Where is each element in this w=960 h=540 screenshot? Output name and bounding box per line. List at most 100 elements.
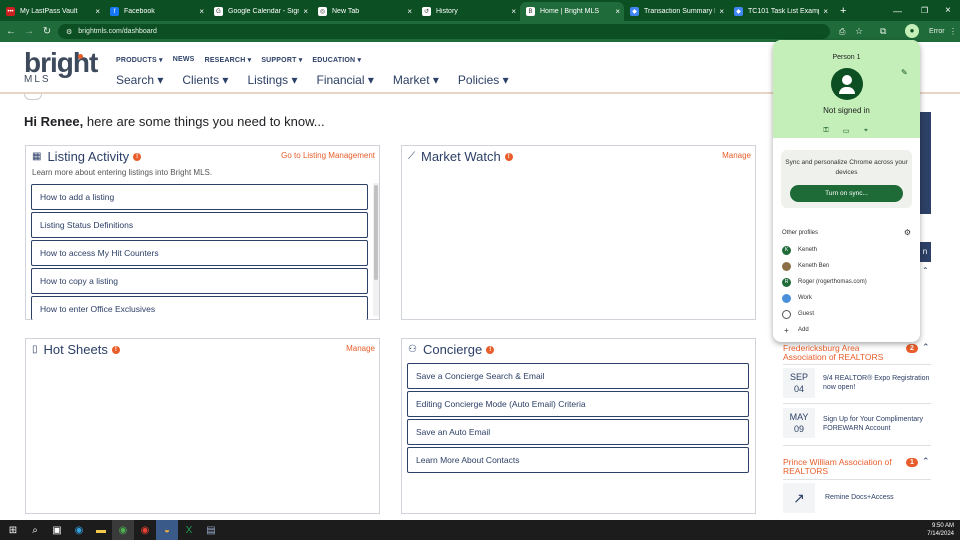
close-window-icon[interactable]: ×: [945, 5, 951, 16]
association-title[interactable]: Fredericksburg Area Association of REALT…: [783, 344, 903, 362]
addresses-location-icon[interactable]: ⌖: [859, 124, 873, 138]
menu-icon[interactable]: ⋮: [949, 27, 957, 36]
browser-tab[interactable]: f Facebook ×: [104, 2, 208, 21]
hot-sheets-manage-link[interactable]: Manage: [346, 344, 375, 353]
association-title[interactable]: Prince William Association of REALTORS: [783, 458, 893, 476]
edge-icon[interactable]: ◉: [68, 520, 90, 540]
nav-products[interactable]: PRODUCTS ▾: [116, 56, 163, 64]
browser-tab[interactable]: ◎ New Tab ×: [312, 2, 416, 21]
scrollbar-thumb[interactable]: [374, 185, 378, 280]
drive-icon: ◆: [630, 7, 639, 16]
guest-icon: [782, 309, 791, 319]
browser-tab[interactable]: B Home | Bright MLS ×: [520, 2, 624, 21]
concierge-help-button[interactable]: Save an Auto Email: [407, 419, 749, 445]
right-action-button[interactable]: n: [919, 242, 931, 262]
browser-tab[interactable]: ••• My LastPass Vault ×: [0, 2, 104, 21]
market-watch-manage-link[interactable]: Manage: [722, 151, 751, 160]
browser-tab[interactable]: ◆ TC101 Task List Examples ×: [728, 2, 832, 21]
info-icon[interactable]: !: [504, 152, 513, 161]
passwords-key-icon[interactable]: ⚿: [819, 124, 833, 138]
task-view-icon[interactable]: ▣: [46, 520, 68, 540]
close-tab-icon[interactable]: ×: [615, 7, 620, 16]
browser-tab[interactable]: ↺ History ×: [416, 2, 520, 21]
profile-item[interactable]: K Keneth: [782, 244, 817, 256]
close-tab-icon[interactable]: ×: [303, 7, 308, 16]
info-icon[interactable]: !: [133, 152, 142, 161]
address-bar[interactable]: ⚙ brightmls.com/dashboard: [58, 24, 830, 39]
card-scrollbar[interactable]: [373, 183, 379, 316]
nav-clients[interactable]: Clients ▾: [182, 73, 228, 87]
listing-help-button[interactable]: How to access My Hit Counters: [31, 240, 368, 266]
search-icon[interactable]: ⌕: [24, 520, 46, 540]
card-subtitle: Learn more about entering listings into …: [32, 168, 213, 177]
nav-research[interactable]: RESEARCH ▾: [205, 56, 252, 64]
close-tab-icon[interactable]: ×: [95, 7, 100, 16]
nav-search[interactable]: Search ▾: [116, 73, 163, 87]
manage-profiles-gear-icon[interactable]: ⚙: [904, 228, 911, 237]
bookmark-star-icon[interactable]: ☆: [855, 26, 863, 37]
profile-error-label[interactable]: Error: [929, 28, 945, 35]
notepad-icon[interactable]: ▤: [200, 520, 222, 540]
chevron-up-icon[interactable]: ⌃: [922, 266, 929, 275]
tab-title: Home | Bright MLS: [540, 8, 600, 15]
profile-item[interactable]: Keneth Ben: [782, 260, 829, 272]
building-icon: ▦: [32, 151, 42, 162]
chrome-taskbar-icon[interactable]: ◉: [112, 520, 134, 540]
nav-news[interactable]: NEWS: [173, 56, 195, 64]
chevron-up-icon[interactable]: ⌃: [922, 456, 930, 467]
profile-item[interactable]: R Roger (rogerthomas.com): [782, 276, 867, 288]
system-clock[interactable]: 9:50 AM 7/14/2024: [927, 522, 954, 538]
remine-docs-link[interactable]: Remine Docs+Access: [825, 494, 894, 501]
bright-mls-logo[interactable]: bright MLS: [24, 49, 98, 86]
card-title-text: Hot Sheets: [43, 342, 108, 357]
listing-help-button[interactable]: How to enter Office Exclusives: [31, 296, 368, 320]
nav-market[interactable]: Market ▾: [393, 73, 439, 87]
nav-listings[interactable]: Listings ▾: [247, 73, 297, 87]
restore-icon[interactable]: ❐: [921, 6, 928, 15]
app-taskbar-icon[interactable]: ◒: [156, 520, 178, 540]
profile-avatar-icon[interactable]: ●: [905, 24, 919, 38]
concierge-help-button[interactable]: Save a Concierge Search & Email: [407, 363, 749, 389]
profile-item[interactable]: Work: [782, 292, 812, 304]
close-tab-icon[interactable]: ×: [823, 7, 828, 16]
excel-icon[interactable]: X: [178, 520, 200, 540]
concierge-help-button[interactable]: Learn More About Contacts: [407, 447, 749, 473]
payment-card-icon[interactable]: ▭: [839, 124, 853, 138]
nav-policies[interactable]: Policies ▾: [458, 73, 509, 87]
nav-support[interactable]: SUPPORT ▾: [261, 56, 302, 64]
event-title[interactable]: 9/4 REALTOR® Expo Registration now open!: [823, 374, 931, 392]
install-icon[interactable]: ⎙: [839, 27, 845, 37]
close-tab-icon[interactable]: ×: [407, 7, 412, 16]
windows-start-icon[interactable]: ⊞: [2, 520, 24, 540]
close-tab-icon[interactable]: ×: [511, 7, 516, 16]
chrome-profile-taskbar-icon[interactable]: ◉: [134, 520, 156, 540]
chevron-up-icon[interactable]: ⌃: [922, 342, 930, 353]
close-tab-icon[interactable]: ×: [199, 7, 204, 16]
forward-icon[interactable]: →: [20, 26, 38, 37]
edit-pencil-icon[interactable]: ✎: [901, 68, 908, 77]
reload-icon[interactable]: ↻: [38, 26, 56, 37]
nav-education[interactable]: EDUCATION ▾: [312, 56, 361, 64]
minimize-icon[interactable]: —: [893, 6, 902, 16]
new-tab-button[interactable]: +: [840, 5, 846, 17]
turn-on-sync-button[interactable]: Turn on sync...: [790, 185, 903, 202]
site-info-icon[interactable]: ⚙: [66, 28, 72, 36]
file-explorer-icon[interactable]: ▬: [90, 520, 112, 540]
listing-help-button[interactable]: Listing Status Definitions: [31, 212, 368, 238]
browser-tab[interactable]: ◆ Transaction Summary Exam ×: [624, 2, 728, 21]
event-title[interactable]: Sign Up for Your Complimentary FOREWARN …: [823, 415, 931, 433]
info-icon[interactable]: !: [486, 345, 495, 354]
back-icon[interactable]: ←: [2, 26, 20, 37]
concierge-help-button[interactable]: Editing Concierge Mode (Auto Email) Crit…: [407, 391, 749, 417]
browser-tab[interactable]: G Google Calendar - Sign in×: [208, 2, 312, 21]
extensions-icon[interactable]: ⧉: [880, 26, 886, 37]
listing-help-button[interactable]: How to add a listing: [31, 184, 368, 210]
profile-item[interactable]: Guest: [782, 308, 814, 320]
listing-management-link[interactable]: Go to Listing Management: [281, 151, 375, 160]
listing-help-button[interactable]: How to copy a listing: [31, 268, 368, 294]
profile-item[interactable]: + Add: [782, 324, 809, 336]
nav-financial[interactable]: Financial ▾: [316, 73, 373, 87]
external-link-icon[interactable]: ↗: [783, 483, 815, 513]
info-icon[interactable]: !: [111, 345, 120, 354]
close-tab-icon[interactable]: ×: [719, 7, 724, 16]
